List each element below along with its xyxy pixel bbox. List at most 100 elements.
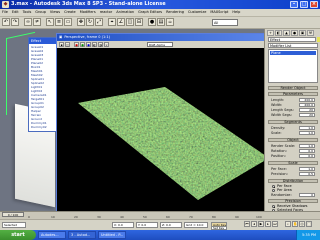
- pan-button[interactable]: ✋: [292, 221, 298, 227]
- quick-render-button[interactable]: ☕: [166, 18, 174, 26]
- menu-animation[interactable]: Animation: [114, 9, 136, 16]
- length-spinner[interactable]: 200.0: [299, 98, 315, 102]
- width-segs-spinner[interactable]: 20: [299, 113, 315, 117]
- coord-y-field[interactable]: Y: 0.0: [136, 222, 158, 228]
- taskbar-item[interactable]: Untitled - P...: [98, 231, 126, 239]
- select-icon: ↖: [47, 19, 53, 25]
- coord-x-field[interactable]: X: 0.0: [112, 222, 134, 228]
- menu-maxscript[interactable]: MAXScript: [208, 9, 230, 16]
- tab-modify[interactable]: ◧: [275, 30, 282, 36]
- close-icon: ×: [311, 1, 317, 7]
- menu-create[interactable]: Create: [62, 9, 78, 16]
- length-segs-spinner[interactable]: 20: [299, 108, 315, 112]
- tab-motion[interactable]: ●: [291, 30, 298, 36]
- material-editor-button[interactable]: ●: [148, 18, 156, 26]
- render-scale-spinner[interactable]: 1.0: [299, 144, 315, 148]
- command-panel-tabs: + ◧ ▲ ● ▣ ⚒: [267, 30, 319, 36]
- rotate-button[interactable]: ↻: [86, 18, 94, 26]
- region-button[interactable]: ▭: [64, 18, 72, 26]
- coord-z-field[interactable]: Z: 0.0: [160, 222, 182, 228]
- scale-spinner[interactable]: 1.0: [299, 131, 315, 135]
- close-button[interactable]: ×: [310, 1, 318, 8]
- goto-start-button[interactable]: ⏮: [244, 221, 250, 227]
- rollout-object[interactable]: Object: [268, 138, 318, 142]
- menu-customize[interactable]: Customize: [186, 9, 208, 16]
- menu-tools[interactable]: Tools: [21, 9, 34, 16]
- modifier-list-dropdown[interactable]: Modifier List: [268, 43, 318, 48]
- rollout-parameters[interactable]: Parameters: [268, 92, 318, 96]
- maximize-viewport-button[interactable]: ⬚: [306, 221, 312, 227]
- precision-spinner[interactable]: 0.5: [299, 172, 315, 176]
- modifier-stack[interactable]: Plane: [268, 49, 318, 83]
- select-by-name-button[interactable]: ≡: [55, 18, 63, 26]
- list-item[interactable]: Dummy02: [31, 125, 57, 129]
- mono-icon: ◑: [99, 43, 102, 47]
- menu-modifiers[interactable]: Modifiers: [78, 9, 98, 16]
- unlink-button[interactable]: ≠: [33, 18, 41, 26]
- render-setup-button[interactable]: ▤: [157, 18, 165, 26]
- clone-button[interactable]: ◫: [65, 42, 70, 47]
- rollout-segments[interactable]: Segments: [268, 120, 318, 124]
- mono-button[interactable]: ◑: [98, 42, 103, 47]
- menu-reactor[interactable]: reactor: [98, 9, 115, 16]
- select-button[interactable]: ↖: [46, 18, 54, 26]
- goto-end-button[interactable]: ⏭: [272, 221, 278, 227]
- selection-filter-dropdown[interactable]: All: [212, 19, 238, 26]
- tab-hierarchy[interactable]: ▲: [283, 30, 290, 36]
- menu-edit[interactable]: Edit: [10, 9, 21, 16]
- align-button[interactable]: ⊟: [135, 18, 143, 26]
- per-face-spinner[interactable]: 1.0: [299, 167, 315, 171]
- time-slider[interactable]: 0 / 100: [2, 212, 24, 217]
- red-channel-button[interactable]: ●: [74, 42, 79, 47]
- receive-shadows-radio[interactable]: [272, 205, 275, 208]
- undo-button[interactable]: ↶: [2, 18, 10, 26]
- randomize-spinner[interactable]: 0: [299, 193, 315, 197]
- clear-button[interactable]: ×: [104, 42, 109, 47]
- menu-help[interactable]: Help: [230, 9, 242, 16]
- goto-start-icon: ⏮: [245, 222, 249, 226]
- redo-button[interactable]: ↷: [11, 18, 19, 26]
- link-button[interactable]: ∞: [24, 18, 32, 26]
- minimize-button[interactable]: –: [290, 1, 298, 8]
- density-spinner[interactable]: 1.0: [299, 126, 315, 130]
- scale-button[interactable]: ⤢: [95, 18, 103, 26]
- play-button[interactable]: ▶: [258, 221, 264, 227]
- save-bitmap-button[interactable]: ▪: [59, 42, 64, 47]
- tab-create[interactable]: +: [267, 30, 274, 36]
- object-name-field[interactable]: Effect: [268, 37, 316, 42]
- taskbar-item[interactable]: Autodes...: [38, 231, 66, 239]
- stack-item-selected[interactable]: Plane: [270, 51, 316, 55]
- menu-group[interactable]: Group: [33, 9, 48, 16]
- angle-snap-button[interactable]: ∠: [117, 18, 125, 26]
- menu-file[interactable]: File: [0, 9, 10, 16]
- channel-display-dropdown[interactable]: RGB Alpha: [147, 42, 173, 47]
- zoom-button[interactable]: ⌕: [285, 221, 291, 227]
- rollout-distribution[interactable]: Distribution: [268, 179, 318, 183]
- position-spinner[interactable]: 0.0: [299, 154, 315, 158]
- menu-views[interactable]: Views: [48, 9, 62, 16]
- maximize-button[interactable]: □: [300, 1, 308, 8]
- snap-button[interactable]: ⌖: [108, 18, 116, 26]
- move-button[interactable]: ✥: [77, 18, 85, 26]
- rollout-scale[interactable]: Scale: [268, 161, 318, 165]
- rollout-precision[interactable]: Precision: [268, 199, 318, 203]
- per-face-radio[interactable]: [272, 185, 275, 188]
- rotation-spinner[interactable]: 0.0: [299, 149, 315, 153]
- menu-rendering[interactable]: Rendering: [164, 9, 186, 16]
- width-spinner[interactable]: 200.0: [299, 103, 315, 107]
- tab-utilities[interactable]: ⚒: [307, 30, 314, 36]
- rollout-render-object[interactable]: Render Object: [268, 86, 318, 90]
- orbit-button[interactable]: ◎: [299, 221, 305, 227]
- alpha-channel-button[interactable]: ◐: [92, 42, 97, 47]
- maximize-icon: □: [301, 1, 307, 7]
- start-button[interactable]: start: [0, 230, 36, 240]
- tab-display[interactable]: ▣: [299, 30, 306, 36]
- green-channel-button[interactable]: ●: [80, 42, 85, 47]
- next-frame-button[interactable]: ▸: [265, 221, 271, 227]
- mirror-button[interactable]: ◫: [126, 18, 134, 26]
- taskbar-item[interactable]: 3 - Autod...: [68, 231, 96, 239]
- blue-channel-button[interactable]: ●: [86, 42, 91, 47]
- prev-frame-button[interactable]: ◂: [251, 221, 257, 227]
- per-area-radio[interactable]: [272, 189, 275, 192]
- menu-graph-editors[interactable]: Graph Editors: [136, 9, 164, 16]
